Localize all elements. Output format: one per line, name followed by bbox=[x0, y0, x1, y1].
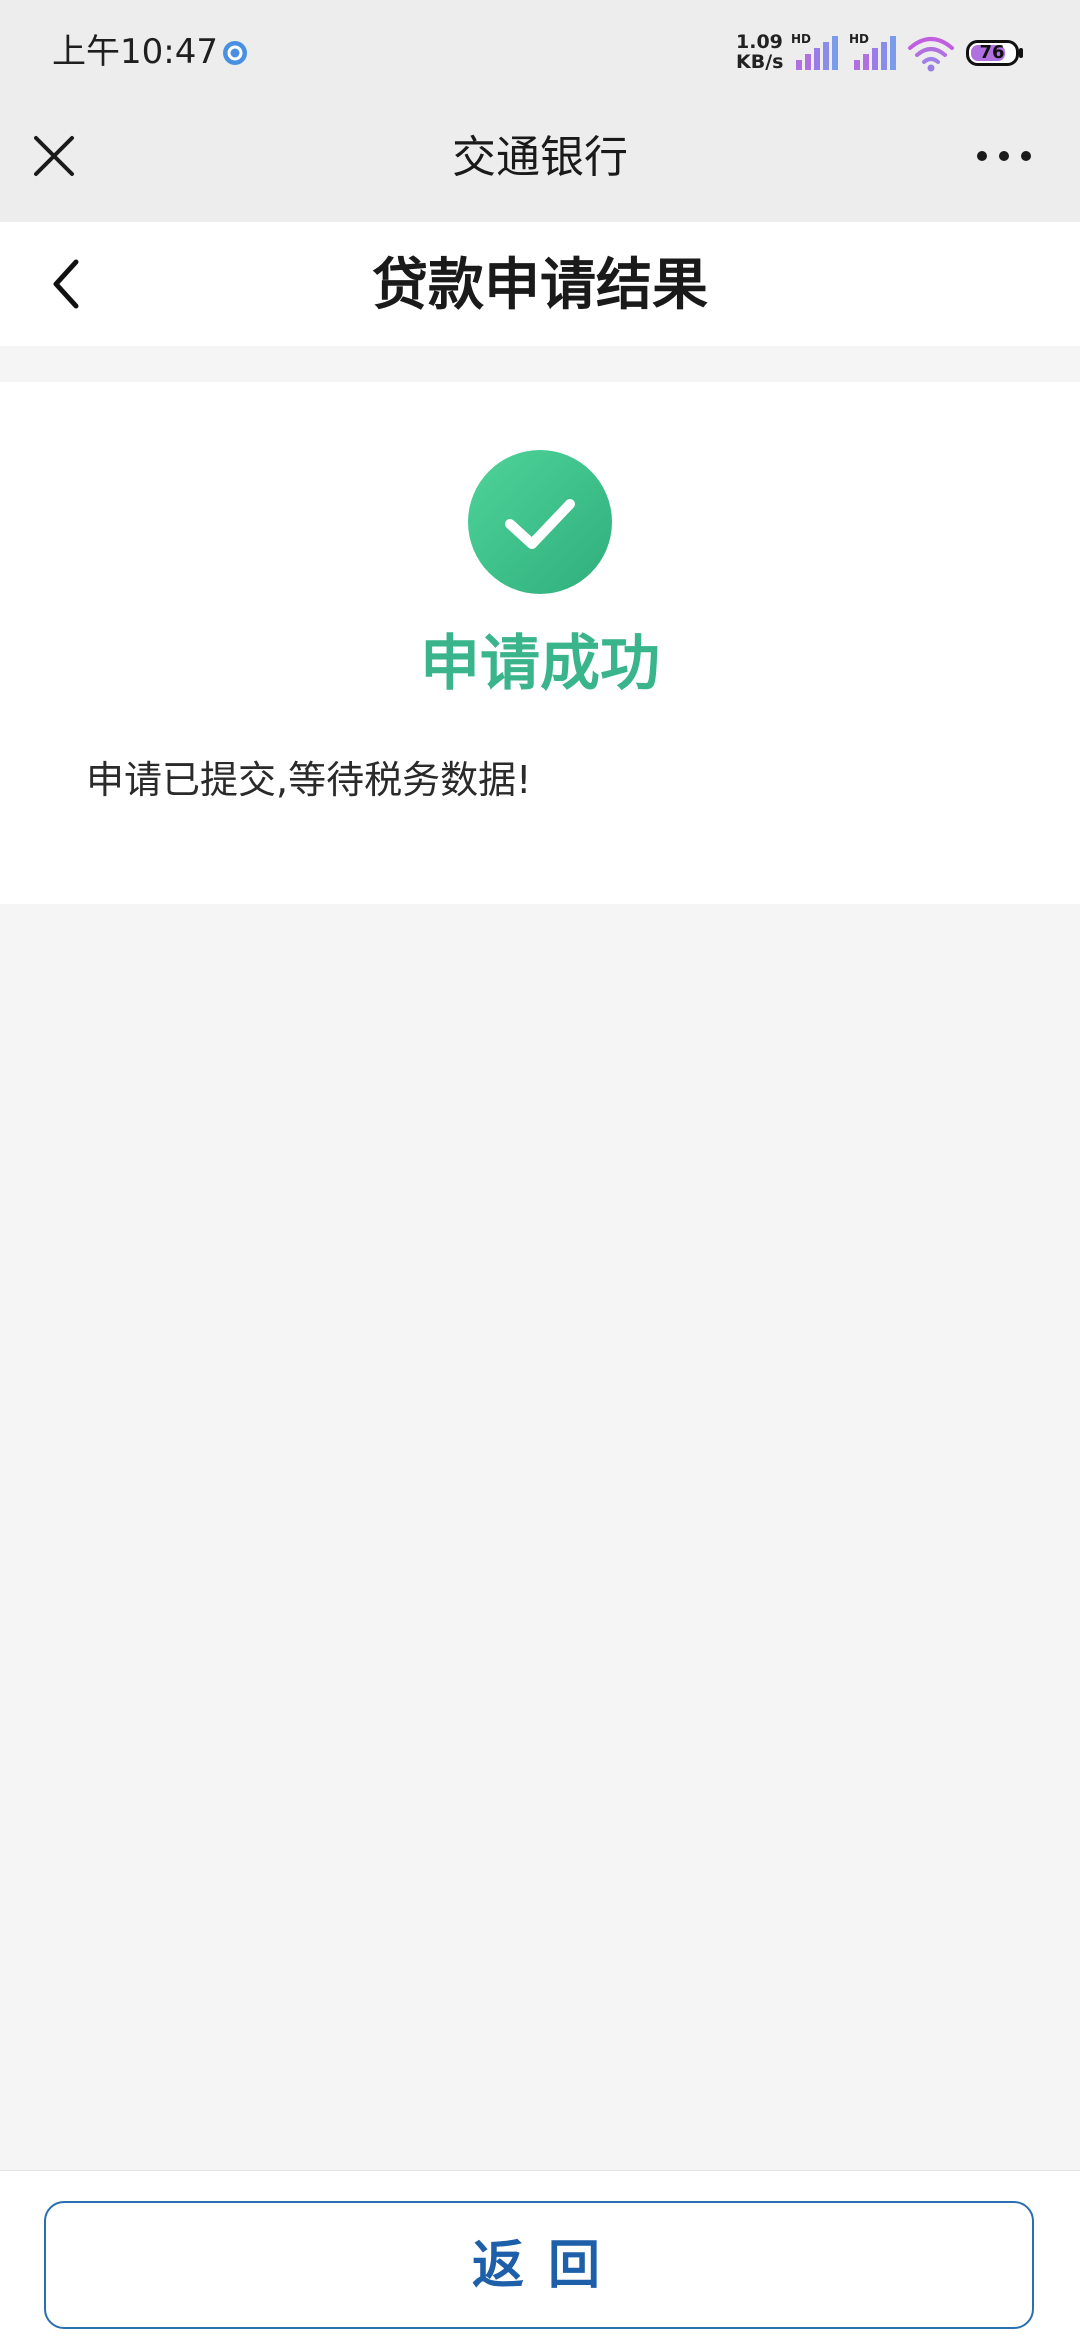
network-speed-unit: KB/s bbox=[736, 51, 784, 73]
result-card: 申请成功 申请已提交,等待税务数据! bbox=[0, 382, 1080, 904]
back-arrow-icon[interactable] bbox=[44, 252, 88, 316]
signal1-hd-label: HD bbox=[791, 32, 811, 46]
signal2-hd-label: HD bbox=[849, 32, 869, 46]
network-speed-value: 1.09 bbox=[736, 31, 783, 53]
result-message: 申请已提交,等待税务数据! bbox=[86, 758, 532, 802]
check-circle-icon bbox=[468, 450, 612, 594]
status-time: 上午10:47 bbox=[52, 32, 218, 72]
sync-status-icon bbox=[223, 41, 247, 65]
status-bar: 上午10:47 1.09 KB/s HD HD 76 bbox=[0, 0, 1080, 106]
page-header: 贷款申请结果 bbox=[0, 222, 1080, 346]
return-button[interactable]: 返回 bbox=[44, 2201, 1034, 2329]
battery-level: 76 bbox=[979, 42, 1005, 63]
result-title: 申请成功 bbox=[420, 629, 660, 699]
cellular-signal-icon-2: HD bbox=[849, 32, 896, 70]
close-icon[interactable] bbox=[28, 130, 80, 182]
top-bar-title: 交通银行 bbox=[452, 132, 628, 183]
more-options-icon[interactable] bbox=[974, 144, 1034, 168]
page-title: 贷款申请结果 bbox=[372, 253, 708, 318]
cellular-signal-icon: HD bbox=[791, 32, 838, 70]
bottom-bar: 返回 bbox=[0, 2170, 1080, 2339]
wifi-icon bbox=[908, 37, 954, 72]
browser-top-bar: 交通银行 bbox=[0, 106, 1080, 222]
network-speed: 1.09 KB/s bbox=[736, 31, 784, 73]
